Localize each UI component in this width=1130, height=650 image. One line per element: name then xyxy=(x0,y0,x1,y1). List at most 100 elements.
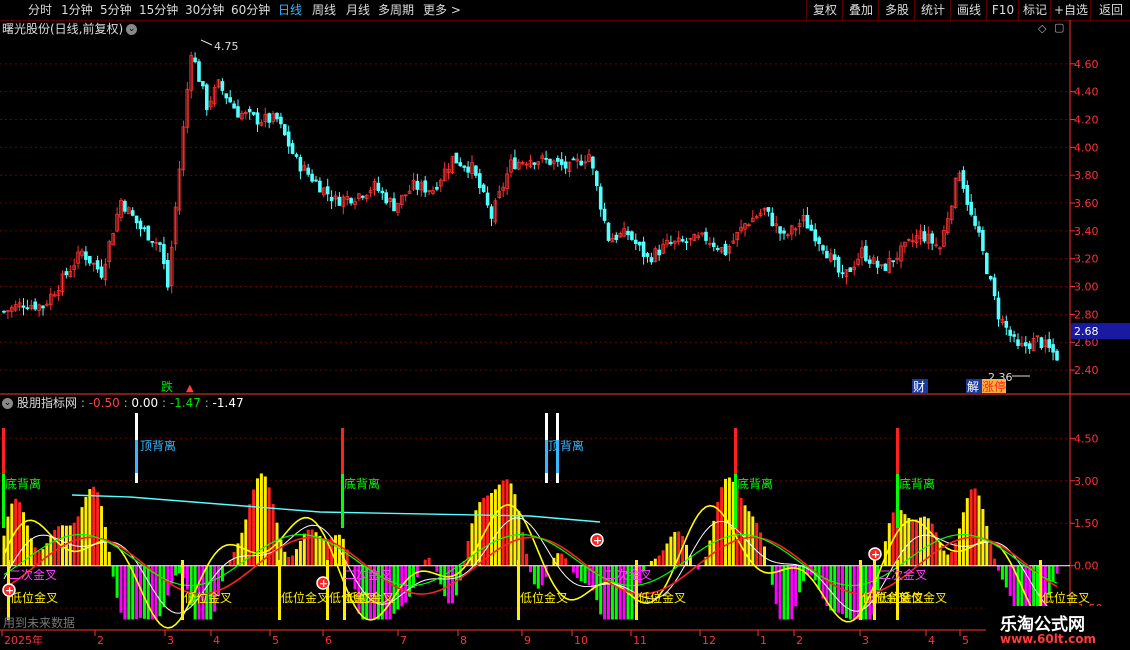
low-cross-label: 低位金叉 xyxy=(638,590,686,605)
indicator-bar xyxy=(158,565,162,617)
candle-body xyxy=(770,212,775,227)
candle-body xyxy=(977,226,981,233)
candle-body xyxy=(392,198,396,212)
event-die: 跌 xyxy=(161,379,173,394)
price-tick-label: 3.80 xyxy=(1074,169,1099,182)
candle-body xyxy=(1039,337,1044,349)
indicator-bar xyxy=(521,532,525,566)
low-cross-label: 低位金叉 xyxy=(10,590,58,605)
indicator-tick-label: 3.00 xyxy=(1074,475,1099,488)
candle-body xyxy=(544,157,548,160)
indicator-bar xyxy=(716,501,720,566)
indicator-bar xyxy=(743,505,747,566)
candle-body xyxy=(310,173,314,182)
candle-body xyxy=(891,260,895,263)
indicator-value-2: 0.00 xyxy=(131,396,159,410)
price-tick-label: 2.40 xyxy=(1074,364,1099,377)
candle-body xyxy=(579,160,583,166)
candle-body xyxy=(423,180,427,193)
candle-body xyxy=(1024,342,1028,347)
candle-body xyxy=(513,157,517,170)
indicator-bar xyxy=(802,565,805,581)
candle-body xyxy=(715,248,720,250)
candle-body xyxy=(825,250,829,259)
indicator-bar xyxy=(287,556,291,566)
low-cross-label: 低位金叉 xyxy=(520,590,568,605)
indicator-bar xyxy=(72,522,76,566)
watermark: 乐淘公式网 www.60lt.com xyxy=(986,606,1130,650)
candle-body xyxy=(21,305,26,308)
low-cross-bar xyxy=(517,560,520,620)
second-cross-label: 二次金叉 xyxy=(879,567,927,582)
candle-body xyxy=(489,206,494,219)
indicator-bar xyxy=(29,538,33,566)
candle-body xyxy=(1016,339,1020,346)
kline-chart[interactable]: 4.60 4.40 4.20 4.00 3.80 3.60 3.40 3.20 3.00 2.80… xyxy=(0,0,1130,650)
indicator-bar xyxy=(673,531,677,566)
indicator-bar xyxy=(310,529,314,566)
indicator-bar xyxy=(739,497,743,566)
date-tick-label: 8 xyxy=(460,634,467,647)
indicator-bar xyxy=(435,565,439,572)
candle-body xyxy=(614,234,619,240)
candle-body xyxy=(1027,343,1032,349)
candle-body xyxy=(704,231,708,241)
indicator-value-4: -1.47 xyxy=(212,396,244,410)
candle-body xyxy=(64,271,69,276)
candle-body xyxy=(1055,350,1059,361)
candle-body xyxy=(255,112,260,125)
candle-body xyxy=(325,186,330,195)
indicator-bar xyxy=(899,510,903,566)
candle-body xyxy=(197,61,201,82)
candle-body xyxy=(88,255,92,264)
candle-body xyxy=(474,165,478,176)
price-tick-label: 4.20 xyxy=(1074,114,1099,127)
candle-body xyxy=(996,297,1001,320)
candle-body xyxy=(267,113,271,123)
candle-body xyxy=(778,226,782,234)
candle-body xyxy=(836,256,841,273)
candle-body xyxy=(1008,329,1012,336)
bottom-divergence-label: 底背离 xyxy=(899,476,935,491)
date-tick-label: 2025年 xyxy=(4,633,43,647)
candle-body xyxy=(220,81,225,91)
candle-body xyxy=(848,267,853,273)
candle-body xyxy=(228,97,233,103)
candle-body xyxy=(595,171,599,187)
candle-body xyxy=(973,215,977,226)
candle-body xyxy=(1047,339,1052,348)
indicator-bar xyxy=(111,565,115,577)
candle-body xyxy=(563,161,568,169)
candle-body xyxy=(669,242,673,244)
candle-body xyxy=(337,196,342,206)
plus-glyph: + xyxy=(5,584,14,597)
indicator-bar xyxy=(837,565,841,613)
low-cross-bar xyxy=(278,560,281,620)
candle-body xyxy=(1004,321,1009,328)
price-tick-label: 2.80 xyxy=(1074,308,1099,321)
indicator-bar xyxy=(973,488,977,566)
indicator-bar xyxy=(298,540,302,566)
date-tick-label: 6 xyxy=(325,634,332,647)
candle-body xyxy=(969,201,973,215)
candle-body xyxy=(458,162,463,167)
indicator-bar xyxy=(513,494,517,566)
candle-body xyxy=(606,222,611,241)
date-tick-label: 3 xyxy=(862,634,869,647)
candle-body xyxy=(290,143,295,154)
indicator-bar xyxy=(829,565,833,611)
low-cross-label: 低位金叉 xyxy=(346,590,394,605)
date-tick-label: 4 xyxy=(928,634,935,647)
candle-body xyxy=(680,239,685,242)
candle-body xyxy=(637,241,642,246)
date-tick-label: 1 xyxy=(760,634,767,647)
date-tick-label: 3 xyxy=(167,634,174,647)
plus-glyph: + xyxy=(593,534,602,547)
indicator-bar xyxy=(1004,565,1008,588)
price-tick-label: 4.00 xyxy=(1074,141,1099,154)
chevron-down-icon[interactable]: ⌄ xyxy=(2,398,13,409)
indicator-bar xyxy=(1051,565,1055,582)
indicator-bar xyxy=(100,506,103,566)
indicator-bar xyxy=(657,555,661,566)
indicator-bar xyxy=(283,551,287,566)
